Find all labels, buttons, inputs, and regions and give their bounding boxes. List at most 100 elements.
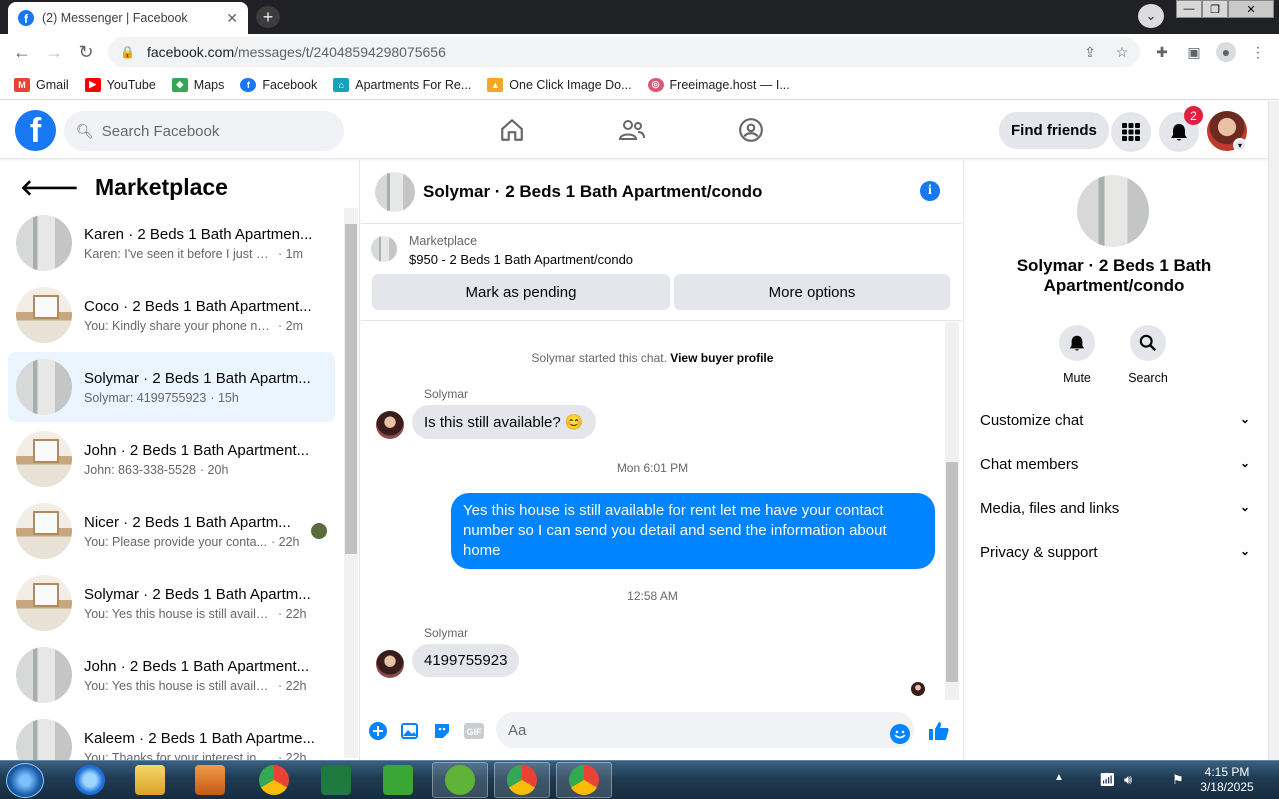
outgoing-message[interactable]: Yes this house is still available for re… xyxy=(451,493,935,569)
mute-action[interactable]: Mute xyxy=(1042,325,1112,385)
close-tab-icon[interactable]: ✕ xyxy=(226,10,238,27)
chrome-window-taskbar-icon[interactable] xyxy=(494,762,550,798)
conversation-item[interactable]: John · 2 Beds 1 Bath Apartment... John: … xyxy=(8,424,335,494)
conversation-preview: Karen: I've seen it before I just wa... xyxy=(84,246,274,261)
menu-grid-icon[interactable] xyxy=(1111,112,1151,152)
new-tab-button[interactable]: + xyxy=(256,6,280,28)
privacy-support-row[interactable]: Privacy & support ⌄ xyxy=(980,544,1250,561)
utorrent-taskbar-icon[interactable] xyxy=(432,762,488,798)
thumbs-up-icon[interactable] xyxy=(928,720,950,742)
info-icon[interactable]: i xyxy=(920,181,940,201)
conversation-item[interactable]: John · 2 Beds 1 Bath Apartment... You: Y… xyxy=(8,640,335,710)
camtasia-taskbar-icon[interactable] xyxy=(370,762,426,798)
page-scrollbar[interactable] xyxy=(1268,101,1279,760)
message-scrollbar[interactable] xyxy=(945,322,959,700)
conversation-item[interactable]: Karen · 2 Beds 1 Bath Apartmen... Karen:… xyxy=(8,208,335,278)
plus-circle-icon[interactable] xyxy=(367,720,389,742)
chat-title[interactable]: Solymar · 2 Beds 1 Bath Apartment/condo xyxy=(423,182,762,202)
chevron-down-icon[interactable]: ▾ xyxy=(1233,138,1247,152)
start-button[interactable] xyxy=(6,763,44,798)
photo-icon[interactable] xyxy=(399,720,421,742)
action-center-flag-icon[interactable]: ⚑ xyxy=(1172,772,1184,788)
forward-icon[interactable]: → xyxy=(42,40,66,64)
close-window-button[interactable]: ✕ xyxy=(1228,0,1274,18)
extensions-icon[interactable]: ✚ xyxy=(1152,42,1172,62)
search-action[interactable]: Search xyxy=(1113,325,1183,385)
search-input[interactable]: 🔍︎ Search Facebook xyxy=(64,111,344,151)
customize-chat-row[interactable]: Customize chat ⌄ xyxy=(980,412,1250,429)
internet-explorer-taskbar-icon[interactable] xyxy=(62,762,118,798)
listing-thumbnail xyxy=(16,575,72,631)
bookmark-youtube[interactable]: ▶ YouTube xyxy=(84,77,156,92)
bookmark-maps[interactable]: ◆ Maps xyxy=(171,77,224,92)
network-icon[interactable]: 📶︎ xyxy=(1099,772,1116,788)
more-options-button[interactable]: More options xyxy=(674,274,950,310)
bookmark-apartments[interactable]: ⌂ Apartments For Re... xyxy=(333,77,471,92)
bookmark-one-click[interactable]: ▲ One Click Image Do... xyxy=(487,77,632,92)
incoming-message[interactable]: Is this still available? 😊 xyxy=(412,405,596,439)
sender-avatar[interactable] xyxy=(376,650,404,678)
profile-icon[interactable]: ● xyxy=(1216,42,1236,62)
conversation-time: · 1m xyxy=(278,246,303,261)
tab-search-button[interactable]: ⌄ xyxy=(1138,4,1164,28)
share-icon[interactable]: ⇪ xyxy=(1080,42,1100,62)
address-bar[interactable]: 🔒 facebook.com/messages/t/24048594298075… xyxy=(108,37,1140,67)
timestamp: Mon 6:01 PM xyxy=(616,461,689,475)
conversation-name: Solymar · 2 Beds 1 Bath Apartm... xyxy=(84,369,311,387)
panel-title: Marketplace xyxy=(95,174,228,200)
back-arrow-icon[interactable]: 🡐 xyxy=(20,175,79,201)
chrome-taskbar-icon[interactable] xyxy=(246,762,302,798)
friends-icon[interactable] xyxy=(617,115,647,145)
bookmarks-bar: M Gmail ▶ YouTube ◆ Maps f Facebook ⌂ Apartme… xyxy=(0,70,1279,100)
home-icon[interactable] xyxy=(497,115,527,145)
mark-as-pending-button[interactable]: Mark as pending xyxy=(372,274,670,310)
kebab-menu-icon[interactable]: ⋮ xyxy=(1248,42,1268,62)
chat-members-row[interactable]: Chat members ⌄ xyxy=(980,456,1250,473)
bookmark-gmail[interactable]: M Gmail xyxy=(14,77,69,92)
reload-icon[interactable]: ↻ xyxy=(74,40,98,64)
scrollbar-thumb[interactable] xyxy=(345,224,357,554)
bell-icon[interactable] xyxy=(1059,325,1095,361)
browser-tab[interactable]: f (2) Messenger | Facebook ✕ xyxy=(8,2,248,34)
conversation-item[interactable]: Solymar · 2 Beds 1 Bath Apartm... You: Y… xyxy=(8,568,335,638)
media-player-taskbar-icon[interactable] xyxy=(182,762,238,798)
chrome-profile-taskbar-icon[interactable] xyxy=(556,762,612,798)
groups-icon[interactable] xyxy=(736,115,766,145)
emoji-icon[interactable] xyxy=(890,724,910,744)
conversation-time: · 22h xyxy=(278,678,307,693)
find-friends-button[interactable]: Find friends xyxy=(999,112,1109,149)
minimize-button[interactable]: — xyxy=(1176,0,1202,18)
sticker-icon[interactable] xyxy=(431,720,453,742)
system-clock[interactable]: 4:15 PM 3/18/2025 xyxy=(1192,765,1262,795)
message-input[interactable]: Aa xyxy=(496,712,914,748)
media-files-links-row[interactable]: Media, files and links ⌄ xyxy=(980,500,1250,517)
tray-expand-icon[interactable]: ▲ xyxy=(1054,772,1064,783)
conversation-item[interactable]: Coco · 2 Beds 1 Bath Apartment... You: K… xyxy=(8,280,335,350)
notification-badge: 2 xyxy=(1184,106,1203,125)
conversation-item[interactable]: Nicer · 2 Beds 1 Bath Apartm... You: Ple… xyxy=(8,496,335,566)
marketplace-listing-card[interactable]: Marketplace $950 - 2 Beds 1 Bath Apartme… xyxy=(371,234,633,267)
conversation-item[interactable]: Kaleem · 2 Beds 1 Bath Apartme... You: T… xyxy=(8,712,335,760)
gif-icon[interactable]: GIF xyxy=(463,720,485,742)
back-icon[interactable]: ← xyxy=(10,40,34,64)
side-panel-icon[interactable]: ▣ xyxy=(1184,42,1204,62)
sender-avatar[interactable] xyxy=(376,411,404,439)
conversation-item-active[interactable]: Solymar · 2 Beds 1 Bath Apartm... Solyma… xyxy=(8,352,335,422)
chat-listing-thumbnail[interactable] xyxy=(375,171,415,212)
volume-icon[interactable]: 🔊︎ xyxy=(1124,772,1132,788)
search-icon[interactable] xyxy=(1130,325,1166,361)
facebook-logo-icon[interactable]: f xyxy=(15,110,56,151)
listing-large-thumbnail[interactable] xyxy=(1077,175,1149,247)
bookmark-facebook[interactable]: f Facebook xyxy=(240,77,317,92)
file-explorer-taskbar-icon[interactable] xyxy=(122,762,178,798)
maximize-button[interactable]: ❐ xyxy=(1202,0,1228,18)
incoming-message[interactable]: 4199755923 xyxy=(412,644,520,677)
conversation-list-scrollbar[interactable] xyxy=(344,208,358,758)
bookmark-star-icon[interactable]: ☆ xyxy=(1112,42,1132,62)
view-buyer-profile-link[interactable]: View buyer profile xyxy=(670,351,773,365)
excel-taskbar-icon[interactable] xyxy=(308,762,364,798)
message-thread: Solymar started this chat. View buyer pr… xyxy=(361,320,962,702)
scrollbar-thumb[interactable] xyxy=(946,462,958,682)
bookmark-freeimage[interactable]: ◎ Freeimage.host — I... xyxy=(647,77,790,92)
listing-thumbnail xyxy=(16,719,72,760)
